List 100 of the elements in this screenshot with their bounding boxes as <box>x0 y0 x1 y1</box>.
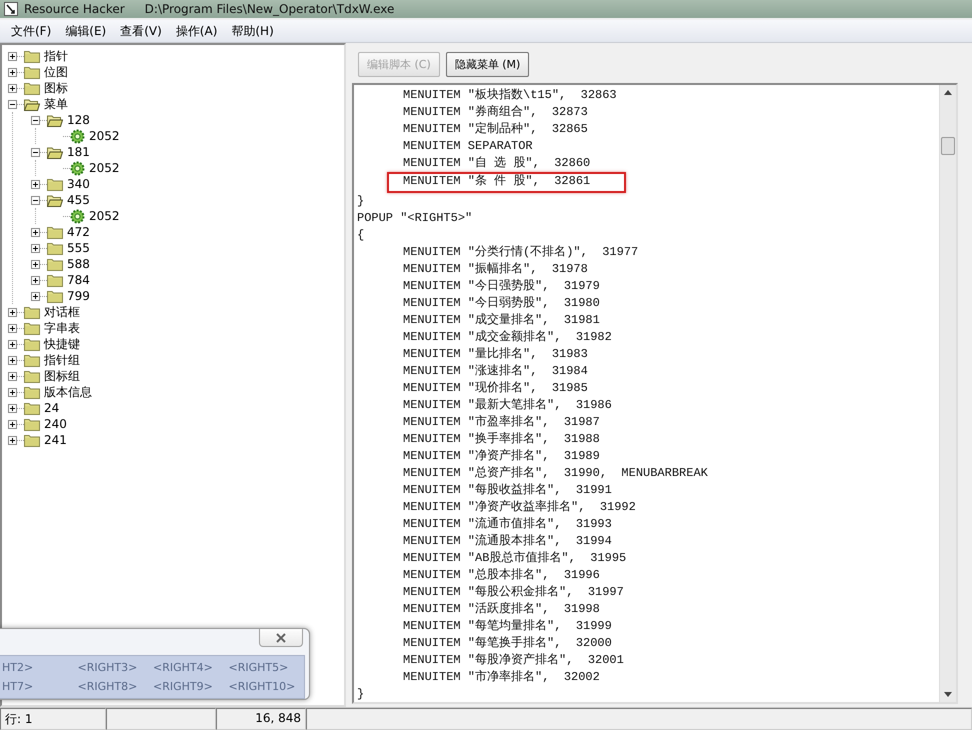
folder-icon <box>47 274 63 286</box>
code-line: MENUITEM "条 件 股", 32861 <box>403 174 590 189</box>
open-folder-icon <box>24 98 40 110</box>
code-line: MENUITEM "现价排名", 31985 <box>403 380 588 397</box>
menu-item[interactable]: 编辑(E) <box>58 20 114 42</box>
folder-icon <box>24 50 40 62</box>
folder-icon <box>47 178 63 190</box>
collapse-icon[interactable] <box>31 116 40 124</box>
code-line: MENUITEM "净资产收益率排名", 31992 <box>403 499 636 516</box>
folder-icon <box>24 418 40 430</box>
tree-item[interactable]: 菜单 <box>43 96 69 112</box>
folder-icon <box>24 402 40 414</box>
collapse-icon[interactable] <box>8 100 17 108</box>
expand-icon[interactable] <box>8 436 17 444</box>
expand-icon[interactable] <box>31 228 40 236</box>
tree-item[interactable]: 472 <box>66 225 91 239</box>
close-button[interactable] <box>259 629 303 647</box>
expand-icon[interactable] <box>8 324 17 332</box>
code-line: MENUITEM "每笔均量排名", 31999 <box>403 618 612 635</box>
folder-icon <box>47 242 63 254</box>
expand-icon[interactable] <box>8 404 17 412</box>
tree-item[interactable]: 图标组 <box>43 368 81 384</box>
status-panel: 行: 1 <box>0 708 106 730</box>
hide-menu-button[interactable]: 隐藏菜单 (M) <box>446 52 530 76</box>
expand-icon[interactable] <box>8 340 17 348</box>
open-folder-icon <box>47 146 63 158</box>
app-icon <box>4 2 18 16</box>
vertical-scrollbar[interactable] <box>939 85 956 702</box>
expand-icon[interactable] <box>31 180 40 188</box>
gear-icon <box>70 128 85 144</box>
tree-item[interactable]: 455 <box>66 193 91 207</box>
script-editor[interactable] <box>352 83 958 704</box>
code-line: MENUITEM "流通股本排名", 31994 <box>403 533 612 550</box>
tree-item[interactable]: 指针 <box>43 48 69 64</box>
expand-icon[interactable] <box>8 388 17 396</box>
code-line: MENUITEM "分类行情(不排名)", 31977 <box>403 244 638 261</box>
tree-item[interactable]: 位图 <box>43 64 69 80</box>
expand-icon[interactable] <box>31 260 40 268</box>
folder-icon <box>47 226 63 238</box>
expand-icon[interactable] <box>8 372 17 380</box>
tree-item[interactable]: 快捷键 <box>43 336 81 352</box>
code-line: MENUITEM "今日强势股", 31979 <box>403 278 600 295</box>
tree-item[interactable]: 字串表 <box>43 320 81 336</box>
tree-item[interactable]: 2052 <box>88 129 121 143</box>
expand-icon[interactable] <box>8 84 17 92</box>
menu-item[interactable]: 操作(A) <box>168 20 224 42</box>
expand-icon[interactable] <box>31 244 40 252</box>
menu-item[interactable]: 查看(V) <box>113 20 169 42</box>
code-line: MENUITEM "定制品种", 32865 <box>403 121 588 138</box>
code-line: MENUITEM "换手率排名", 31988 <box>403 431 600 448</box>
folder-icon <box>24 306 40 318</box>
expand-icon[interactable] <box>8 308 17 316</box>
tree-item[interactable]: 对话框 <box>43 304 81 320</box>
code-line: MENUITEM "板块指数\t15", 32863 <box>403 87 617 104</box>
code-line: { <box>357 227 364 244</box>
folder-icon <box>47 290 63 302</box>
tree-item[interactable]: 240 <box>43 417 68 431</box>
tree-item[interactable]: 2052 <box>88 209 121 223</box>
code-line: MENUITEM "券商组合", 32873 <box>403 104 588 121</box>
scrollbar-thumb[interactable] <box>941 137 955 155</box>
folder-icon <box>24 338 40 350</box>
tree-item[interactable]: 181 <box>66 145 91 159</box>
expand-icon[interactable] <box>8 52 17 60</box>
expand-icon[interactable] <box>8 356 17 364</box>
menu-item[interactable]: 文件(F) <box>4 20 58 42</box>
code-line: MENUITEM "总股本排名", 31996 <box>403 567 600 584</box>
code-line: } <box>357 193 364 210</box>
code-line: MENUITEM "活跃度排名", 31998 <box>403 601 600 618</box>
code-line: MENUITEM "最新大笔排名", 31986 <box>403 397 612 414</box>
tree-item[interactable]: 784 <box>66 273 91 287</box>
tree-item[interactable]: 128 <box>66 113 91 127</box>
tree-item[interactable]: 版本信息 <box>43 384 93 400</box>
code-line: MENUITEM "每股公积金排名", 31997 <box>403 584 624 601</box>
window-title: Resource Hacker <box>24 2 125 16</box>
collapse-icon[interactable] <box>31 196 40 204</box>
tree-item[interactable]: 图标 <box>43 80 69 96</box>
code-line: MENUITEM "涨速排名", 31984 <box>403 363 588 380</box>
folder-icon <box>24 354 40 366</box>
collapse-icon[interactable] <box>31 148 40 156</box>
tree-item[interactable]: 指针组 <box>43 352 81 368</box>
tree-item[interactable]: 2052 <box>88 161 121 175</box>
expand-icon[interactable] <box>31 276 40 284</box>
tree-item[interactable]: 555 <box>66 241 91 255</box>
code-line: MENUITEM "市盈率排名", 31987 <box>403 414 600 431</box>
folder-icon <box>24 66 40 78</box>
tree-item[interactable]: 24 <box>43 401 60 415</box>
status-panel: 16, 848 <box>216 708 306 730</box>
code-line: MENUITEM "市净率排名", 32002 <box>403 669 600 686</box>
tree-item[interactable]: 241 <box>43 433 68 447</box>
expand-icon[interactable] <box>8 420 17 428</box>
code-line: MENUITEM "量比排名", 31983 <box>403 346 588 363</box>
tree-item[interactable]: 340 <box>66 177 91 191</box>
open-folder-icon <box>47 194 63 206</box>
close-icon <box>275 632 287 642</box>
open-folder-icon <box>47 114 63 126</box>
menu-item[interactable]: 帮助(H) <box>224 20 281 42</box>
tree-item[interactable]: 799 <box>66 289 91 303</box>
expand-icon[interactable] <box>31 292 40 300</box>
expand-icon[interactable] <box>8 68 17 76</box>
tree-item[interactable]: 588 <box>66 257 91 271</box>
